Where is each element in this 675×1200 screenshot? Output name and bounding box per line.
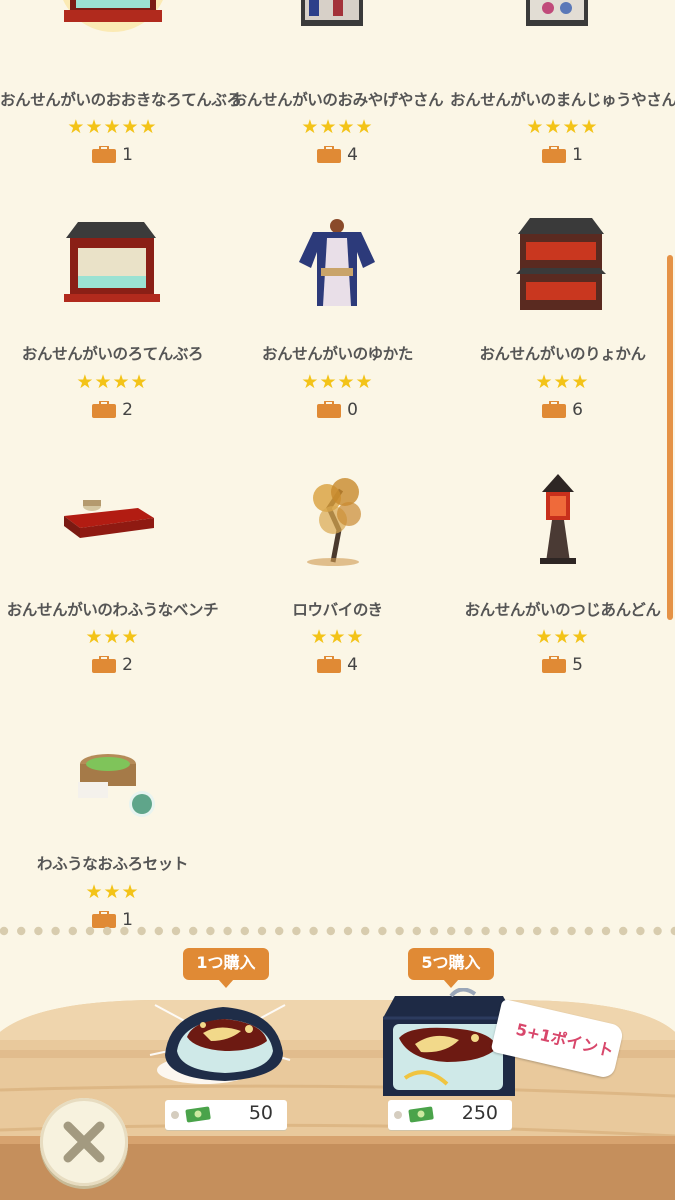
divider-dot xyxy=(515,926,525,936)
buy-one-label: 1つ購入 xyxy=(183,948,269,988)
bundle-price: 250 xyxy=(461,1102,498,1124)
divider-dot xyxy=(223,926,232,936)
divider-dot xyxy=(189,926,198,936)
bath-set-image xyxy=(0,724,225,824)
divider-dot xyxy=(171,926,181,936)
divider-dot xyxy=(550,926,559,936)
divider-dot xyxy=(601,926,611,936)
divider-dot xyxy=(309,926,318,936)
divider-dot xyxy=(154,926,163,936)
divider-dot xyxy=(584,926,593,936)
buy-five-label: 5つ購入 xyxy=(408,948,494,988)
briefcase-icon xyxy=(542,656,567,673)
bonus-point-label: 5+1ポイント xyxy=(514,1019,616,1061)
tree-image xyxy=(225,470,450,570)
single-price-tag: 50 xyxy=(165,1100,287,1130)
scrollbar[interactable] xyxy=(667,255,673,620)
divider-dot xyxy=(567,926,576,936)
divider-dot xyxy=(292,926,301,936)
divider-dot xyxy=(137,926,146,936)
tag-hole xyxy=(394,1111,402,1119)
divider-dot xyxy=(653,926,662,936)
item-name: わふうなおふろセット xyxy=(36,855,188,873)
divider-dot xyxy=(85,926,95,936)
divider-dot xyxy=(533,926,542,936)
divider-dot xyxy=(378,926,387,936)
divider-dot xyxy=(103,926,112,936)
divider-dot xyxy=(429,926,439,936)
divider-dot xyxy=(670,926,675,936)
divider-dot xyxy=(17,926,26,936)
divider-dot xyxy=(51,926,60,936)
divider-dot xyxy=(0,926,9,936)
leaf-ticket-icon xyxy=(185,1106,211,1123)
single-pack-button[interactable] xyxy=(145,985,295,1095)
owned-count: 4 xyxy=(225,655,450,675)
divider-dot xyxy=(275,926,284,936)
divider-dot xyxy=(120,926,129,936)
item-grid: おんせんがいのおおきなろてんぶろ ★★★★★ 1 おんせんがいのおみやげやさん ★★★★… xyxy=(0,0,675,935)
divider-dot xyxy=(412,926,421,936)
item-card[interactable]: おんせんがいのつじあんどん ★★★ 5 xyxy=(450,0,675,935)
divider-dot xyxy=(361,926,370,936)
divider-dot xyxy=(498,926,507,936)
divider-dot xyxy=(257,926,267,936)
leaf-ticket-icon xyxy=(408,1106,434,1123)
item-card[interactable]: わふうなおふろセット ★★★ 1 xyxy=(0,0,225,935)
bundle-price-tag: 250 xyxy=(388,1100,512,1130)
divider-dot xyxy=(447,926,456,936)
star-rating: ★★★ xyxy=(85,881,140,903)
briefcase-icon xyxy=(317,656,342,673)
divider-dot xyxy=(34,926,43,936)
divider-dot xyxy=(240,926,249,936)
divider-dot xyxy=(395,926,404,936)
divider-dot xyxy=(326,926,335,936)
divider-dot xyxy=(206,926,215,936)
owned-count: 5 xyxy=(450,655,675,675)
owned-count-value: 4 xyxy=(347,655,358,675)
star-rating: ★★★ xyxy=(535,626,590,648)
divider-dots xyxy=(0,926,675,936)
divider-dot xyxy=(464,926,473,936)
close-button[interactable] xyxy=(40,1098,128,1186)
divider-dot xyxy=(619,926,628,936)
star-rating: ★★★ xyxy=(310,626,365,648)
single-price: 50 xyxy=(248,1102,273,1124)
item-name: ロウバイのき xyxy=(292,601,383,619)
close-icon xyxy=(63,1121,105,1163)
divider-dot xyxy=(68,926,78,936)
item-name: おんせんがいのつじあんどん xyxy=(464,601,661,619)
divider-dot xyxy=(636,926,645,936)
lantern-image xyxy=(450,470,675,570)
item-card[interactable]: ロウバイのき ★★★ 4 xyxy=(225,0,450,935)
divider-dot xyxy=(343,926,353,936)
tag-hole xyxy=(171,1111,179,1119)
owned-count-value: 5 xyxy=(572,655,583,675)
divider-dot xyxy=(481,926,490,936)
